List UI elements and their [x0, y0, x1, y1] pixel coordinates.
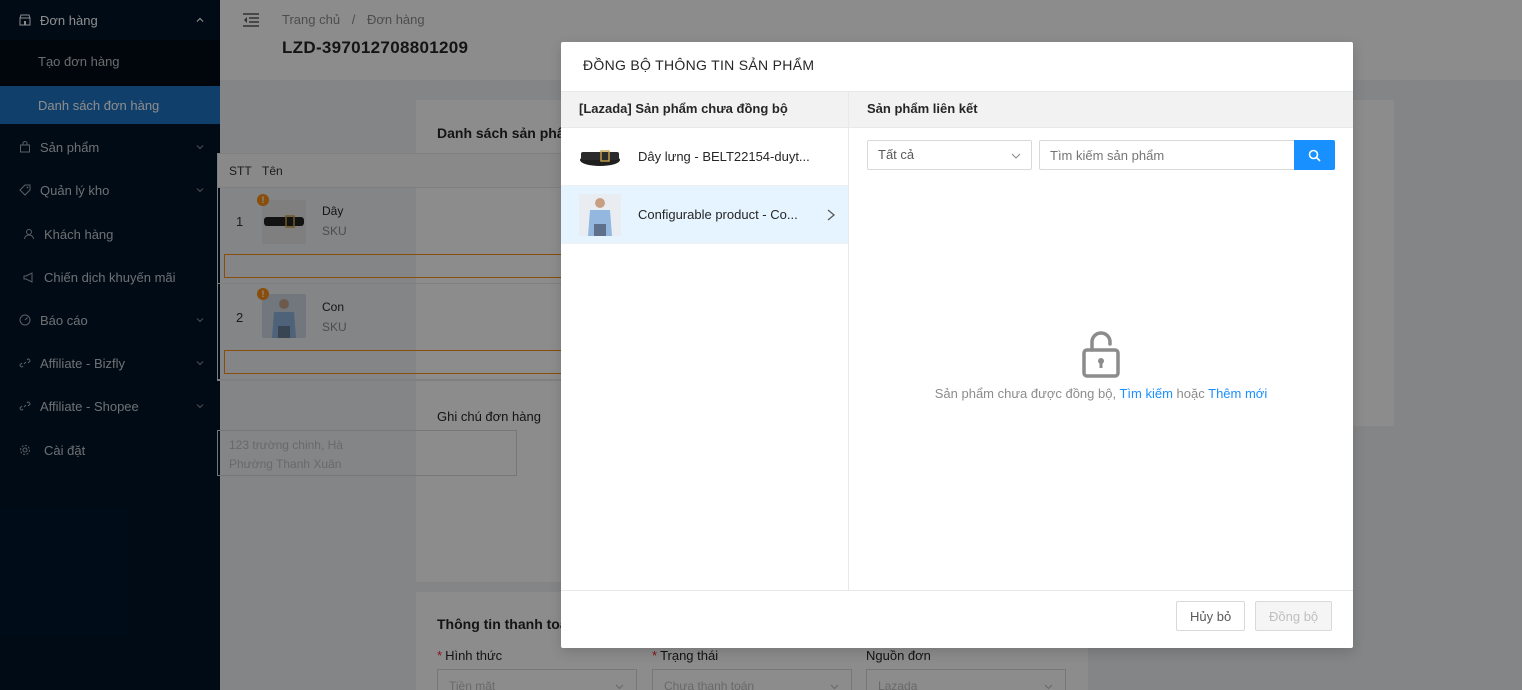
- product-search-input[interactable]: [1039, 140, 1295, 170]
- search-link[interactable]: Tìm kiếm: [1119, 386, 1172, 401]
- modal-title: ĐỒNG BỘ THÔNG TIN SẢN PHẨM: [561, 42, 1353, 92]
- unlock-icon: [1082, 331, 1120, 378]
- filter-select-value: Tất cả: [878, 147, 915, 162]
- empty-message-text: Sản phẩm chưa được đồng bộ,: [934, 386, 1117, 401]
- add-new-link[interactable]: Thêm mới: [1208, 386, 1267, 401]
- unsynced-product-item[interactable]: Dây lưng - BELT22154-duyt...: [561, 128, 848, 186]
- unsynced-products-header: [Lazada] Sản phẩm chưa đồng bộ: [561, 92, 848, 128]
- sync-product-modal: ĐỒNG BỘ THÔNG TIN SẢN PHẨM [Lazada] Sản …: [561, 42, 1353, 648]
- modal-footer: Hủy bỏ Đồng bộ: [561, 590, 1353, 648]
- chevron-right-icon: [827, 209, 836, 221]
- search-button[interactable]: [1294, 140, 1335, 170]
- sync-button[interactable]: Đồng bộ: [1255, 601, 1333, 631]
- unsynced-product-item-selected[interactable]: Configurable product - Co...: [561, 186, 848, 244]
- product-thumbnail: [579, 194, 621, 236]
- chevron-down-icon: [1011, 153, 1021, 159]
- product-name: Dây lưng - BELT22154-duyt...: [638, 149, 810, 164]
- product-name: Configurable product - Co...: [638, 207, 798, 222]
- empty-state: Sản phẩm chưa được đồng bộ, Tìm kiếm hoặ…: [849, 330, 1353, 401]
- filter-select[interactable]: Tất cả: [867, 140, 1032, 170]
- empty-message: Sản phẩm chưa được đồng bộ, Tìm kiếm hoặ…: [849, 386, 1353, 401]
- linked-products-header: Sản phẩm liên kết: [849, 92, 1353, 128]
- unsynced-products-pane: [Lazada] Sản phẩm chưa đồng bộ Dây lưng …: [561, 92, 849, 590]
- cancel-button[interactable]: Hủy bỏ: [1176, 601, 1246, 631]
- product-thumbnail: [579, 136, 621, 178]
- empty-message-or: hoặc: [1176, 386, 1205, 401]
- linked-products-pane: Sản phẩm liên kết Tất cả Sản phẩm chưa đ…: [849, 92, 1353, 590]
- search-icon: [1308, 149, 1321, 162]
